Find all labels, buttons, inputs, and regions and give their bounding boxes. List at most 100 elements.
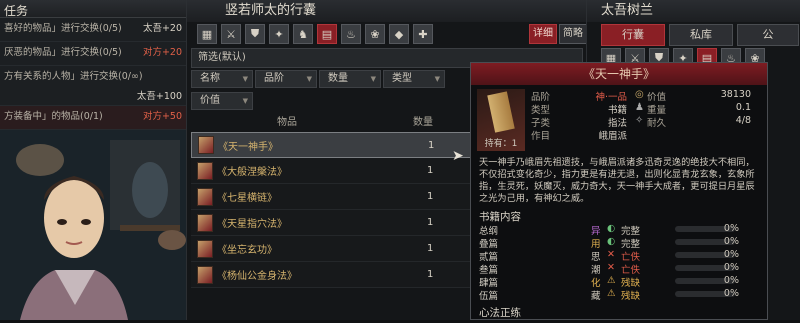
quest-row[interactable]: 喜好的物品」进行交换(0/5) 太吾+20: [0, 18, 186, 42]
weight-label: 重量: [647, 105, 667, 116]
chapter-percent: 0%: [723, 236, 739, 247]
chapter-percent: 0%: [723, 275, 739, 286]
weight-amount: 0.1: [735, 102, 751, 113]
durability-label: 耐久: [647, 118, 667, 129]
tab-private-storage[interactable]: 私库: [669, 24, 733, 46]
damaged-icon: ⚠: [607, 275, 616, 286]
nun-portrait-illustration: [0, 130, 186, 320]
tab-bag[interactable]: 行囊: [601, 24, 665, 46]
sort-quantity-button[interactable]: 数量: [319, 70, 381, 88]
chapter-name: 伍篇: [479, 291, 499, 302]
quest-row[interactable]: 方有关系的人物」进行交换(0/∞) 太吾+100: [0, 66, 186, 106]
sort-type-button[interactable]: 类型: [383, 70, 445, 88]
grade-value: 神·一品: [595, 92, 627, 103]
chapter-status: 残缺: [621, 278, 641, 289]
chapter-status: 完整: [621, 239, 641, 250]
lost-icon: ✕: [607, 249, 615, 260]
food-icon[interactable]: ❀: [365, 24, 385, 44]
item-quantity: 1: [427, 191, 434, 202]
damaged-icon: ⚠: [607, 288, 616, 299]
book-icon: [198, 136, 214, 154]
quest-reward: 对方+50: [142, 111, 182, 122]
value-amount: 38130: [720, 89, 751, 100]
book-chapter-row: 肆篇 化 ⚠ 残缺 0%: [479, 275, 761, 289]
quest-text: 方装备中」的物品(0/1): [4, 111, 103, 122]
quest-text: 喜好的物品」进行交换(0/5): [4, 23, 122, 34]
book-content-heading: 书籍内容: [479, 211, 521, 223]
quest-text: 方有关系的人物」进行交换(0/∞): [4, 71, 143, 82]
sort-grade-button[interactable]: 品阶: [255, 70, 317, 88]
coin-icon: ◎: [635, 89, 644, 100]
weapon-icon[interactable]: ⚔: [221, 24, 241, 44]
npc-inventory-title: 竖若师太的行囊: [187, 0, 586, 22]
chapter-status: 亡佚: [621, 252, 641, 263]
quest-reward: 对方+20: [142, 47, 182, 58]
column-header-quantity: 数量: [413, 117, 433, 128]
book-icon[interactable]: ▤: [317, 24, 337, 44]
chapter-percent: 0%: [723, 249, 739, 260]
item-name: 《大般涅槃法》: [217, 167, 287, 178]
armor-icon[interactable]: ⛊: [245, 24, 265, 44]
quest-row[interactable]: 厌恶的物品」进行交换(0/5) 对方+20: [0, 42, 186, 66]
simple-view-button[interactable]: 简略: [559, 24, 587, 44]
complete-icon: ◐: [607, 236, 616, 247]
quest-reward: 太吾+100: [136, 91, 182, 102]
subtype-value: 指法: [607, 118, 627, 129]
item-description: 天一神手乃峨眉先祖遗技，与峨眉派诸多迅奇灵逸的绝技大不相同，不仅招式变化奇少，指…: [479, 157, 755, 204]
quest-row[interactable]: 方装备中」的物品(0/1) 对方+50: [0, 106, 186, 130]
sort-name-button[interactable]: 名称: [191, 70, 253, 88]
item-name: 《杨仙公金身法》: [217, 271, 297, 282]
book-chapter-row: 贰篇 思 ✕ 亡佚 0%: [479, 249, 761, 263]
subtype-label: 子类: [531, 118, 551, 129]
material-icon[interactable]: ◆: [389, 24, 409, 44]
grade-label: 品阶: [531, 92, 551, 103]
durability-icon: ✧: [635, 115, 644, 126]
book-icon: [197, 213, 213, 232]
chapter-percent: 0%: [723, 288, 739, 299]
durability-amount: 4/8: [735, 115, 751, 126]
tab-public-storage[interactable]: 公: [737, 24, 799, 46]
book-icon: [197, 187, 213, 206]
scroll-book-icon: [487, 91, 515, 133]
item-name: 《坐忘玄功》: [217, 245, 277, 256]
mouse-cursor-icon: ➤: [452, 148, 464, 164]
tooltip-title: 《天一神手》: [471, 63, 767, 85]
misc-icon[interactable]: ✚: [413, 24, 433, 44]
grid-all-icon[interactable]: ▦: [197, 24, 217, 44]
quest-reward: 太吾+20: [142, 23, 182, 34]
item-quantity: 1: [427, 269, 434, 280]
complete-icon: ◐: [607, 223, 616, 234]
chapter-mark: 用: [591, 239, 601, 250]
accessory-icon[interactable]: ✦: [269, 24, 289, 44]
value-label: 价值: [647, 92, 667, 103]
detail-view-button[interactable]: 详细: [529, 24, 557, 44]
chapter-mark: 化: [591, 278, 601, 289]
quest-header: 任务: [0, 0, 186, 18]
item-quantity: 1: [428, 139, 435, 151]
chapter-status: 残缺: [621, 291, 641, 302]
item-tooltip: 《天一神手》 持有：1 品阶 神·一品 类型 书籍 子类 指法 作目 峨眉派 ◎…: [470, 62, 768, 320]
book-icon: [197, 161, 213, 180]
item-name: 《天一神手》: [218, 141, 278, 153]
npc-portrait: [0, 130, 186, 320]
medicine-icon[interactable]: ♨: [341, 24, 361, 44]
chapter-mark: 异: [591, 226, 601, 237]
book-icon: [197, 239, 213, 258]
chapter-mark: 思: [591, 252, 601, 263]
chapter-percent: 0%: [723, 262, 739, 273]
sort-value-button[interactable]: 价值: [191, 92, 253, 110]
technique-practice-heading: 心法正练: [479, 307, 521, 319]
item-name: 《七星横链》: [217, 193, 277, 204]
player-inventory-title: 太吾树兰: [587, 0, 800, 22]
item-name: 《天星指穴法》: [217, 219, 287, 230]
horse-icon[interactable]: ♞: [293, 24, 313, 44]
type-value: 书籍: [607, 105, 627, 116]
book-icon: [197, 265, 213, 284]
category-toolbar: ▦ ⚔ ⛊ ✦ ♞ ▤ ♨ ❀ ◆ ✚: [197, 24, 433, 44]
item-quantity: 1: [427, 217, 434, 228]
lost-icon: ✕: [607, 262, 615, 273]
book-chapter-row: 伍篇 藏 ⚠ 残缺 0%: [479, 288, 761, 302]
type-label: 类型: [531, 105, 551, 116]
chapter-mark: 藏: [591, 291, 601, 302]
quest-panel: 任务 喜好的物品」进行交换(0/5) 太吾+20 厌恶的物品」进行交换(0/5)…: [0, 0, 186, 130]
